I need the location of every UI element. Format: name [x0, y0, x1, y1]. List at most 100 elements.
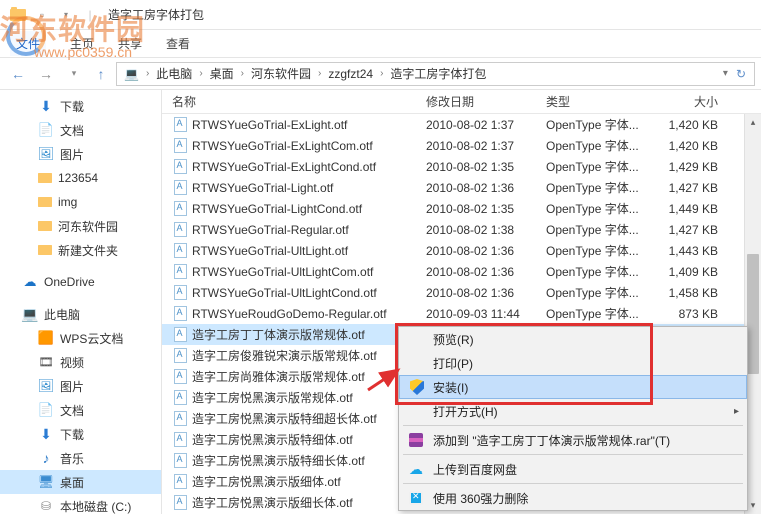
font-file-icon: [172, 159, 188, 175]
file-row[interactable]: RTWSYueGoTrial-UltLightCom.otf2010-08-02…: [162, 261, 761, 282]
sidebar-label: 本地磁盘 (C:): [60, 498, 131, 514]
file-row[interactable]: RTWSYueGoTrial-UltLight.otf2010-08-02 1:…: [162, 240, 761, 261]
nav-recent-icon[interactable]: ▾: [62, 62, 86, 86]
file-row[interactable]: RTWSYueGoTrial-ExLight.otf2010-08-02 1:3…: [162, 114, 761, 135]
file-row[interactable]: RTWSYueGoTrial-ExLightCond.otf2010-08-02…: [162, 156, 761, 177]
tab-share[interactable]: 共享: [118, 35, 142, 52]
file-size: 1,449 KB: [656, 202, 736, 216]
font-file-icon: [172, 285, 188, 301]
col-date-header[interactable]: 修改日期: [426, 93, 546, 110]
breadcrumb-dropdown-icon[interactable]: ▾: [721, 68, 730, 79]
font-file-icon: [172, 369, 188, 385]
file-size: 1,427 KB: [656, 181, 736, 195]
sidebar-item[interactable]: 📄文档: [0, 398, 161, 422]
file-name: 造字工房丁丁体演示版常规体.otf: [192, 326, 365, 343]
file-size: 1,443 KB: [656, 244, 736, 258]
nav-up-icon[interactable]: ↑: [90, 63, 112, 85]
file-row[interactable]: RTWSYueGoTrial-LightCond.otf2010-08-02 1…: [162, 198, 761, 219]
sidebar-item[interactable]: 🟧WPS云文档: [0, 326, 161, 350]
sidebar-item[interactable]: 123654: [0, 166, 161, 190]
file-type: OpenType 字体...: [546, 221, 656, 238]
file-name: 造字工房悦黑演示版细体.otf: [192, 473, 341, 490]
scroll-up-icon[interactable]: ▴: [745, 114, 761, 131]
file-type: OpenType 字体...: [546, 116, 656, 133]
file-type: OpenType 字体...: [546, 242, 656, 259]
sidebar-item[interactable]: 🖥桌面: [0, 470, 161, 494]
breadcrumb-item[interactable]: 此电脑: [153, 65, 195, 82]
tab-home[interactable]: 主页: [70, 35, 94, 52]
font-file-icon: [172, 264, 188, 280]
menu-separator: [403, 425, 743, 426]
sidebar-label: 图片: [60, 146, 84, 163]
file-row[interactable]: RTWSYueGoTrial-ExLightCom.otf2010-08-02 …: [162, 135, 761, 156]
col-type-header[interactable]: 类型: [546, 93, 656, 110]
sidebar-item[interactable]: ⛁本地磁盘 (C:): [0, 494, 161, 514]
chevron-right-icon[interactable]: ›: [316, 68, 323, 79]
qat-sep: |: [80, 5, 100, 25]
refresh-icon[interactable]: ↻: [732, 67, 750, 81]
file-name: RTWSYueGoTrial-LightCond.otf: [192, 202, 362, 216]
sidebar-label: 此电脑: [44, 306, 80, 323]
sidebar-item[interactable]: ⬇下载: [0, 422, 161, 446]
breadcrumb-item[interactable]: 桌面: [207, 65, 237, 82]
sidebar-label: 123654: [58, 171, 98, 185]
breadcrumb-item[interactable]: 河东软件园: [248, 65, 314, 82]
sidebar-thispc[interactable]: 💻 此电脑: [0, 302, 161, 326]
ctx-preview[interactable]: 预览(R): [399, 327, 747, 351]
ctx-360-delete[interactable]: 使用 360强力删除: [399, 486, 747, 510]
ctx-install[interactable]: 安装(I): [399, 375, 747, 399]
ctx-upload-baidu[interactable]: ☁ 上传到百度网盘: [399, 457, 747, 481]
sidebar-item[interactable]: ♪音乐: [0, 446, 161, 470]
cloud-icon: ☁: [22, 274, 38, 290]
chevron-right-icon[interactable]: ›: [378, 68, 385, 79]
font-file-icon: [172, 306, 188, 322]
sidebar-label: 下载: [60, 98, 84, 115]
sidebar-item[interactable]: img: [0, 190, 161, 214]
file-row[interactable]: RTWSYueRoudGoDemo-Regular.otf2010-09-03 …: [162, 303, 761, 324]
file-row[interactable]: RTWSYueGoTrial-Light.otf2010-08-02 1:36O…: [162, 177, 761, 198]
sidebar-onedrive[interactable]: ☁ OneDrive: [0, 270, 161, 294]
sidebar-item[interactable]: 🖼图片: [0, 374, 161, 398]
dl-icon: ⬇: [38, 98, 54, 114]
sidebar-item[interactable]: 📄文档: [0, 118, 161, 142]
nav-back-icon[interactable]: ←: [6, 62, 30, 86]
sidebar-item[interactable]: 🎞视频: [0, 350, 161, 374]
doc-icon: 📄: [38, 122, 54, 138]
sidebar-item[interactable]: 河东软件园: [0, 214, 161, 238]
chevron-right-icon[interactable]: ›: [144, 68, 151, 79]
font-file-icon: [172, 327, 188, 343]
font-file-icon: [172, 411, 188, 427]
col-size-header[interactable]: 大小: [656, 93, 736, 110]
file-type: OpenType 字体...: [546, 137, 656, 154]
ctx-addto-rar[interactable]: 添加到 "造字工房丁丁体演示版常规体.rar"(T): [399, 428, 747, 452]
file-name: 造字工房尚雅体演示版常规体.otf: [192, 368, 365, 385]
breadcrumb[interactable]: 💻 › 此电脑 › 桌面 › 河东软件园 › zzgfzt24 › 造字工房字体…: [116, 62, 755, 86]
window-title: 造字工房字体打包: [108, 6, 204, 23]
file-date: 2010-08-02 1:38: [426, 223, 546, 237]
ctx-print[interactable]: 打印(P): [399, 351, 747, 375]
rar-icon: [407, 431, 425, 449]
font-file-icon: [172, 138, 188, 154]
menu-separator: [403, 454, 743, 455]
nav-forward-icon[interactable]: →: [34, 62, 58, 86]
file-name: RTWSYueGoTrial-ExLightCom.otf: [192, 139, 373, 153]
scroll-thumb[interactable]: [747, 254, 759, 374]
breadcrumb-item[interactable]: 造字工房字体打包: [387, 65, 489, 82]
file-name: 造字工房悦黑演示版特细体.otf: [192, 431, 353, 448]
folder-icon: [38, 197, 52, 207]
col-name-header[interactable]: 名称: [168, 93, 426, 110]
ctx-openwith[interactable]: 打开方式(H) ▸: [399, 399, 747, 423]
sidebar-item[interactable]: 新建文件夹: [0, 238, 161, 262]
file-date: 2010-08-02 1:36: [426, 286, 546, 300]
qat-dropdown-icon[interactable]: ▾: [56, 5, 76, 25]
breadcrumb-pc-icon[interactable]: 💻: [121, 67, 142, 81]
file-row[interactable]: RTWSYueGoTrial-UltLightCond.otf2010-08-0…: [162, 282, 761, 303]
sidebar-item[interactable]: ⬇ 下载: [0, 94, 161, 118]
file-type: OpenType 字体...: [546, 305, 656, 322]
tab-view[interactable]: 查看: [166, 35, 190, 52]
chevron-right-icon[interactable]: ›: [239, 68, 246, 79]
chevron-right-icon[interactable]: ›: [197, 68, 204, 79]
breadcrumb-item[interactable]: zzgfzt24: [325, 67, 376, 81]
sidebar-item[interactable]: 🖼图片: [0, 142, 161, 166]
file-row[interactable]: RTWSYueGoTrial-Regular.otf2010-08-02 1:3…: [162, 219, 761, 240]
